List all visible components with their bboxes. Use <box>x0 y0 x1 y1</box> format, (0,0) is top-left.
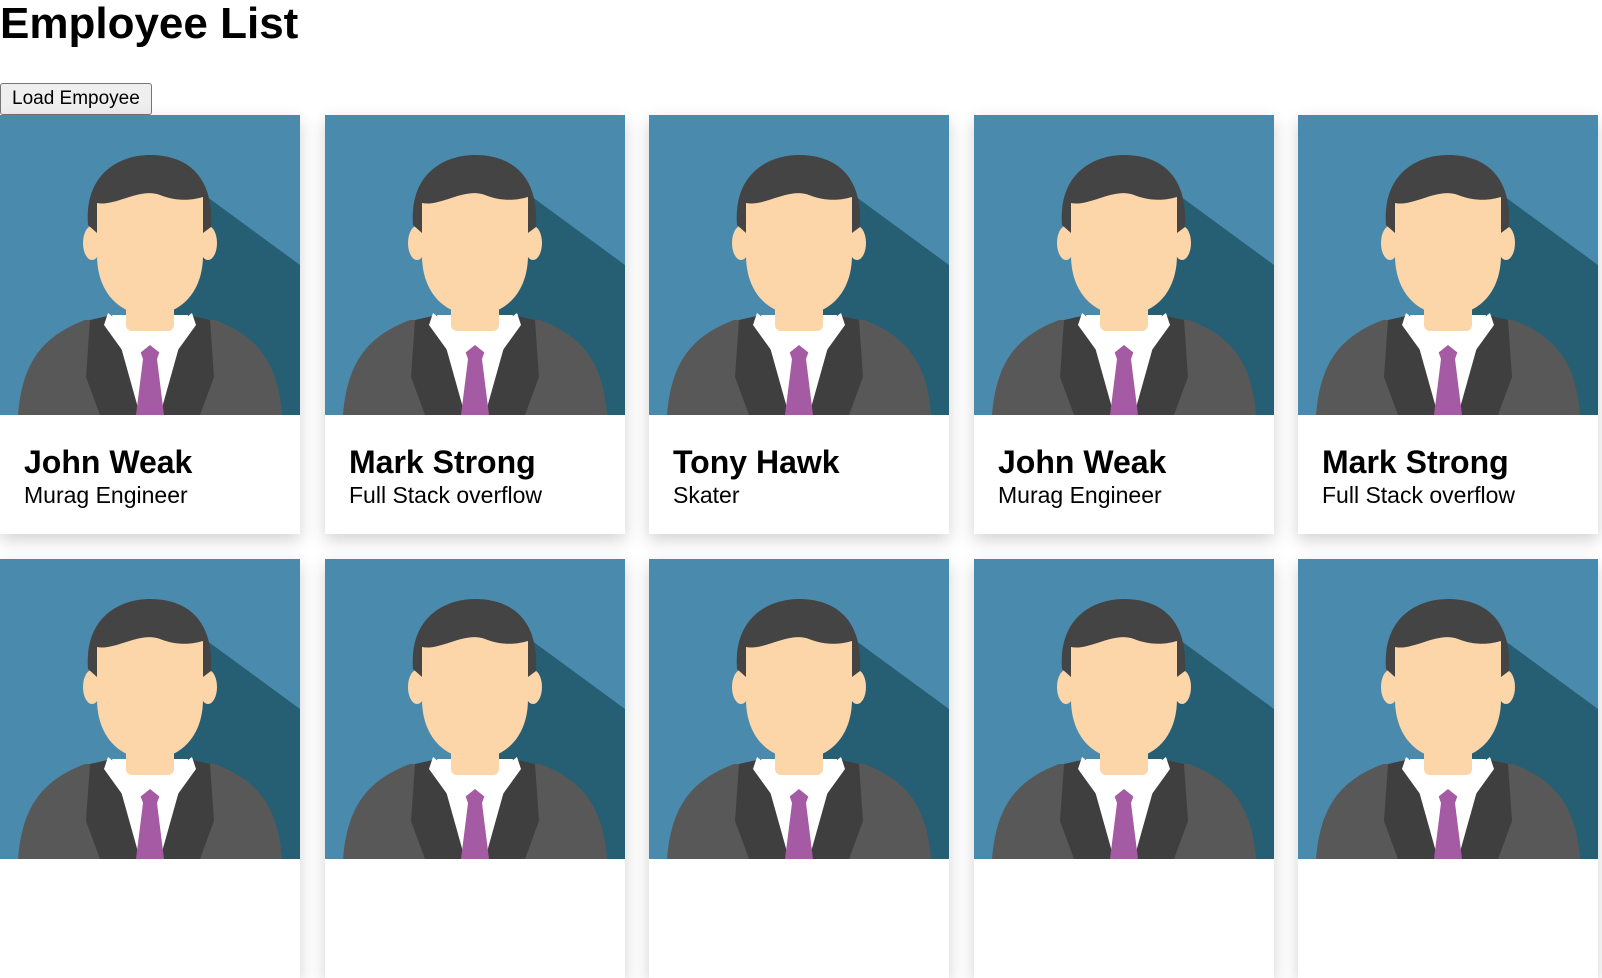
employee-card: Tony Hawk Skater <box>649 115 949 534</box>
employee-info <box>974 859 1274 887</box>
employee-avatar-icon <box>325 115 625 415</box>
employee-card <box>974 559 1274 978</box>
employee-avatar-icon <box>649 115 949 415</box>
employee-info: John Weak Murag Engineer <box>974 415 1274 509</box>
employee-avatar-icon <box>0 559 300 859</box>
employee-card: John Weak Murag Engineer <box>0 115 300 534</box>
employee-card: John Weak Murag Engineer <box>974 115 1274 534</box>
employee-card <box>649 559 949 978</box>
employee-info <box>325 859 625 887</box>
employee-avatar-icon <box>1298 115 1598 415</box>
employee-name: Mark Strong <box>349 444 536 480</box>
page-title: Employee List <box>0 0 299 48</box>
employee-avatar-icon <box>649 559 949 859</box>
employee-info <box>0 859 300 887</box>
employee-avatar-icon <box>325 559 625 859</box>
load-employee-button[interactable]: Load Empoyee <box>0 83 152 115</box>
employee-avatar-icon <box>974 115 1274 415</box>
employee-card <box>1298 559 1598 978</box>
employee-info: Mark Strong Full Stack overflow <box>325 415 625 509</box>
employee-role: Full Stack overflow <box>1322 482 1516 508</box>
employee-card: Mark Strong Full Stack overflow <box>1298 115 1598 534</box>
employee-info <box>649 859 949 887</box>
employee-role: Murag Engineer <box>998 482 1162 508</box>
employee-name: Mark Strong <box>1322 444 1509 480</box>
employee-card: Mark Strong Full Stack overflow <box>325 115 625 534</box>
employee-info: John Weak Murag Engineer <box>0 415 300 509</box>
employee-info: Tony Hawk Skater <box>649 415 949 509</box>
employee-role: Murag Engineer <box>24 482 188 508</box>
employee-info <box>1298 859 1598 887</box>
employee-avatar-icon <box>1298 559 1598 859</box>
employee-card <box>0 559 300 978</box>
employee-avatar-icon <box>974 559 1274 859</box>
employee-name: John Weak <box>998 444 1167 480</box>
employee-name: John Weak <box>24 444 193 480</box>
employee-card <box>325 559 625 978</box>
employee-role: Full Stack overflow <box>349 482 543 508</box>
employee-avatar-icon <box>0 115 300 415</box>
employee-info: Mark Strong Full Stack overflow <box>1298 415 1598 509</box>
employee-name: Tony Hawk <box>673 444 840 480</box>
employee-role: Skater <box>673 482 740 508</box>
